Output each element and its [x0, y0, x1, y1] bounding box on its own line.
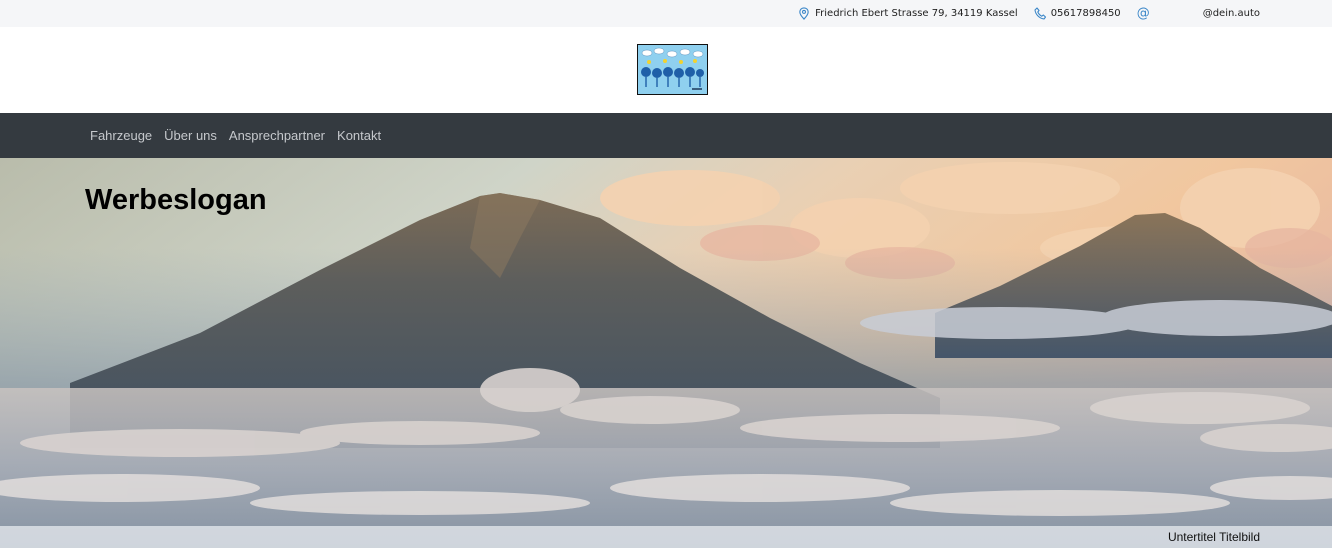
hero-slogan: Werbeslogan: [85, 184, 267, 216]
address-info: Friedrich Ebert Strasse 79, 34119 Kassel: [798, 7, 1018, 20]
email-text[interactable]: @dein.auto: [1203, 8, 1260, 19]
phone-info[interactable]: 05617898450: [1034, 7, 1121, 20]
nav-item-kontakt[interactable]: Kontakt: [331, 128, 387, 143]
site-logo[interactable]: [637, 44, 708, 95]
top-info-bar: Friedrich Ebert Strasse 79, 34119 Kassel…: [0, 0, 1332, 27]
at-icon: @: [1136, 6, 1150, 21]
logo-header: [0, 27, 1332, 113]
phone-text[interactable]: 05617898450: [1051, 8, 1121, 19]
phone-icon: [1034, 7, 1046, 20]
logo-graphic: [638, 45, 707, 94]
nav-item-ueber-uns[interactable]: Über uns: [158, 128, 223, 143]
address-text: Friedrich Ebert Strasse 79, 34119 Kassel: [815, 8, 1018, 19]
nav-item-fahrzeuge[interactable]: Fahrzeuge: [84, 128, 158, 143]
hero-banner: Werbeslogan Untertitel Titelbild: [0, 158, 1332, 548]
hero-subtitle: Untertitel Titelbild: [1167, 530, 1260, 544]
hero-subtitle-bar: Untertitel Titelbild: [0, 526, 1332, 548]
nav-item-ansprechpartner[interactable]: Ansprechpartner: [223, 128, 331, 143]
email-info[interactable]: @ @dein.auto: [1137, 6, 1260, 21]
main-navbar: Fahrzeuge Über uns Ansprechpartner Konta…: [0, 113, 1332, 158]
location-pin-icon: [799, 7, 809, 20]
